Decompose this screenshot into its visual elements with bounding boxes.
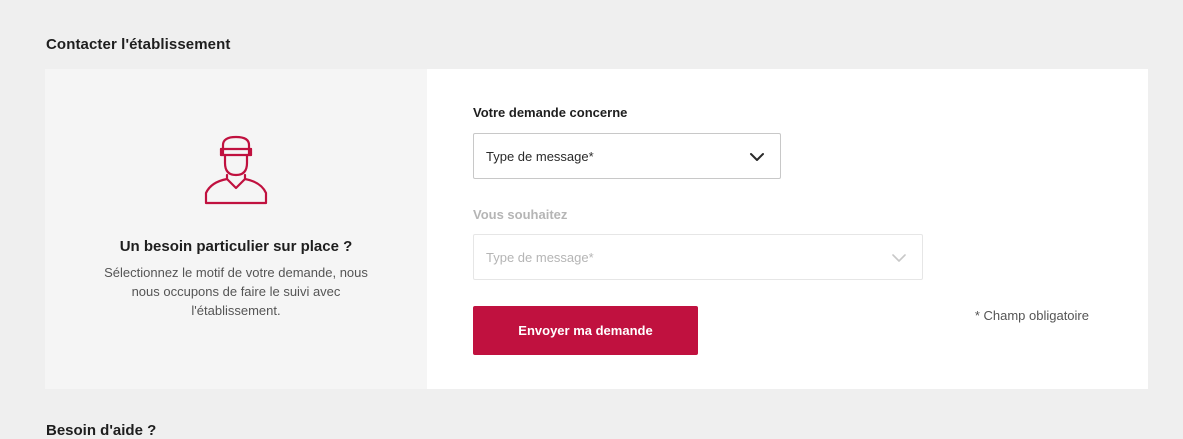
info-description-line: Sélectionnez le motif de votre demande, …	[104, 265, 368, 280]
request-type-value: Type de message*	[486, 149, 594, 164]
section-title: Contacter l'établissement	[46, 36, 231, 53]
concierge-icon	[204, 135, 268, 205]
info-heading: Un besoin particulier sur place ?	[119, 238, 353, 255]
help-section-title: Besoin d'aide ?	[46, 422, 157, 439]
request-type-label: Votre demande concerne	[473, 105, 628, 120]
wish-placeholder: Type de message*	[486, 250, 594, 265]
form-panel: Votre demande concerne Type de message* …	[427, 69, 1148, 389]
chevron-down-icon	[892, 254, 906, 262]
request-type-select[interactable]: Type de message*	[473, 133, 781, 179]
required-field-note: * Champ obligatoire	[974, 308, 1089, 323]
info-description: Sélectionnez le motif de votre demande, …	[45, 263, 427, 320]
info-description-line: nous occupons de faire le suivi avec	[131, 284, 341, 299]
chevron-down-icon	[750, 153, 764, 161]
contact-card: Un besoin particulier sur place ? Sélect…	[45, 69, 1148, 389]
send-request-button[interactable]: Envoyer ma demande	[473, 306, 698, 355]
wish-select[interactable]: Type de message*	[473, 234, 923, 280]
info-description-line: l'établissement.	[191, 303, 281, 318]
wish-label: Vous souhaitez	[473, 207, 568, 222]
info-panel: Un besoin particulier sur place ? Sélect…	[45, 69, 427, 389]
